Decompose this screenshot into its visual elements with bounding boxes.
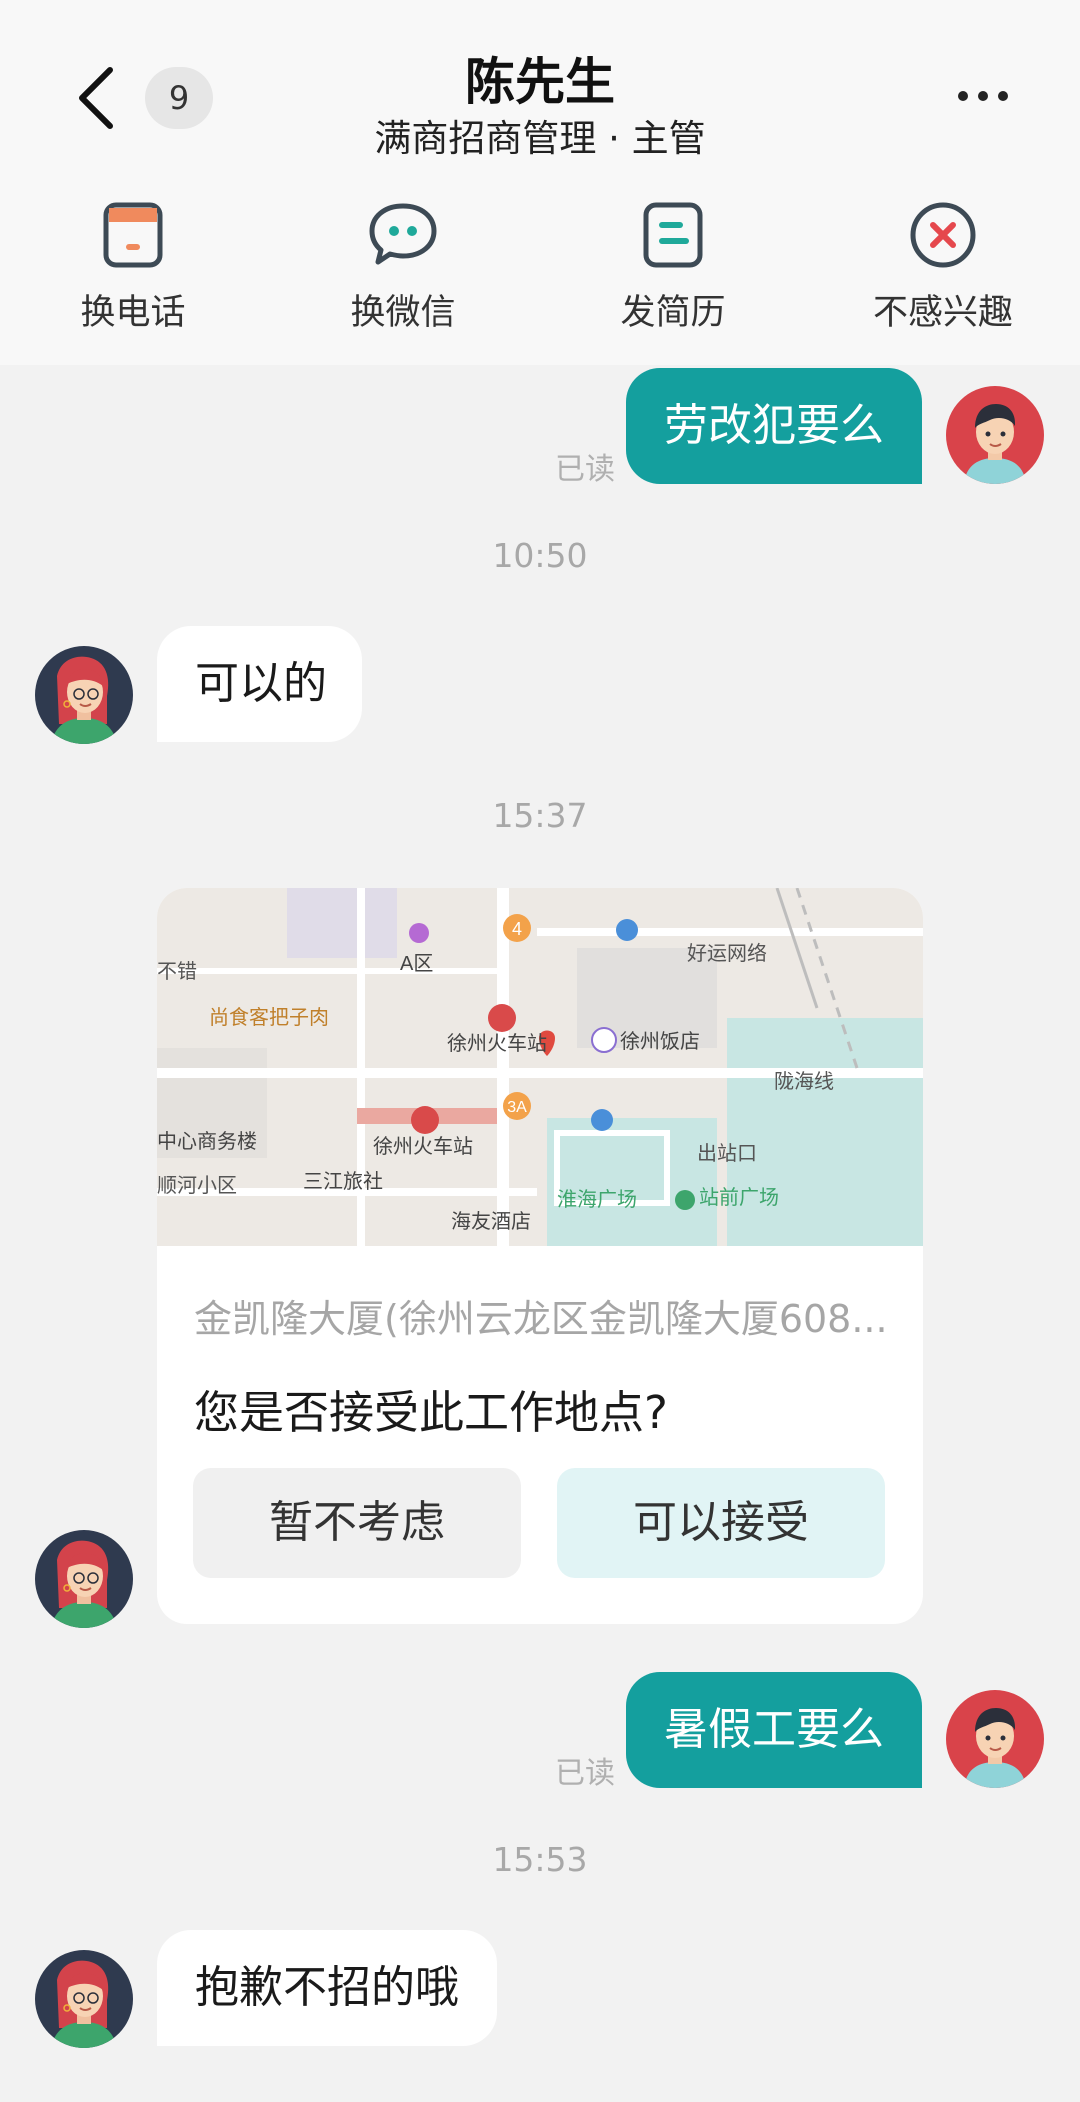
svg-text:好运网络: 好运网络 (687, 942, 767, 965)
contact-avatar[interactable] (35, 1950, 133, 2048)
work-location-card: 4 3A 不错 A区 好运网络 尚食客把子肉 徐州火车站 徐州饭店 中心商务楼 … (157, 888, 923, 1624)
timestamp: 15:37 (492, 796, 588, 835)
contact-avatar[interactable] (35, 1530, 133, 1628)
exchange-phone-label: 换电话 (80, 293, 186, 333)
svg-text:A区: A区 (400, 953, 433, 975)
exchange-phone-button[interactable]: 换电话 (33, 200, 233, 335)
read-status: 已读 (555, 1756, 615, 1791)
svg-text:3A: 3A (507, 1099, 527, 1116)
phone-card-icon (103, 202, 163, 268)
my-avatar[interactable] (946, 386, 1044, 484)
wechat-icon (369, 203, 437, 265)
location-question: 您是否接受此工作地点? (194, 1386, 668, 1439)
decline-location-button[interactable]: 暂不考虑 (193, 1468, 521, 1578)
not-interested-button[interactable]: 不感兴趣 (843, 200, 1043, 335)
svg-text:顺河小区: 顺河小区 (157, 1174, 237, 1197)
svg-text:4: 4 (512, 919, 522, 939)
svg-text:淮海广场: 淮海广场 (557, 1188, 637, 1211)
exchange-wechat-button[interactable]: 换微信 (303, 200, 503, 335)
svg-text:不错: 不错 (157, 960, 197, 983)
svg-text:海友酒店: 海友酒店 (451, 1210, 531, 1233)
location-map[interactable]: 4 3A 不错 A区 好运网络 尚食客把子肉 徐州火车站 徐州饭店 中心商务楼 … (157, 888, 923, 1246)
svg-text:站前广场: 站前广场 (699, 1186, 779, 1209)
my-avatar[interactable] (946, 1690, 1044, 1788)
not-interested-icon (910, 202, 976, 268)
not-interested-label: 不感兴趣 (872, 293, 1013, 333)
svg-text:徐州火车站: 徐州火车站 (447, 1032, 547, 1055)
contact-company-role: 满商招商管理 · 主管 (374, 117, 706, 160)
contact-name: 陈先生 (465, 53, 615, 111)
incoming-message-bubble[interactable]: 抱歉不招的哦 (157, 1930, 497, 2046)
incoming-message-bubble[interactable]: 可以的 (157, 626, 362, 742)
outgoing-message-bubble[interactable]: 劳改犯要么 (626, 368, 922, 484)
contact-avatar[interactable] (35, 646, 133, 744)
location-address: 金凯隆大厦(徐州云龙区金凯隆大厦608... (194, 1297, 888, 1341)
outgoing-message-bubble[interactable]: 暑假工要么 (626, 1672, 922, 1788)
svg-text:出站口: 出站口 (697, 1142, 757, 1165)
more-options-icon[interactable] (955, 82, 1011, 110)
accept-location-button[interactable]: 可以接受 (557, 1468, 885, 1578)
svg-text:三江旅社: 三江旅社 (303, 1170, 383, 1193)
chat-header: 9 陈先生 满商招商管理 · 主管 换电话 换微信 发简历 不感兴趣 (0, 0, 1080, 365)
svg-text:尚食客把子肉: 尚食客把子肉 (209, 1006, 329, 1029)
timestamp: 10:50 (492, 536, 588, 575)
exchange-wechat-label: 换微信 (350, 293, 456, 333)
svg-text:徐州饭店: 徐州饭店 (620, 1030, 700, 1053)
send-resume-button[interactable]: 发简历 (573, 200, 773, 335)
svg-text:徐州火车站: 徐州火车站 (373, 1135, 473, 1158)
svg-text:中心商务楼: 中心商务楼 (157, 1130, 257, 1153)
read-status: 已读 (555, 452, 615, 487)
resume-icon (643, 202, 703, 268)
svg-text:陇海线: 陇海线 (774, 1070, 834, 1093)
send-resume-label: 发简历 (620, 293, 726, 333)
timestamp: 15:53 (492, 1840, 588, 1879)
